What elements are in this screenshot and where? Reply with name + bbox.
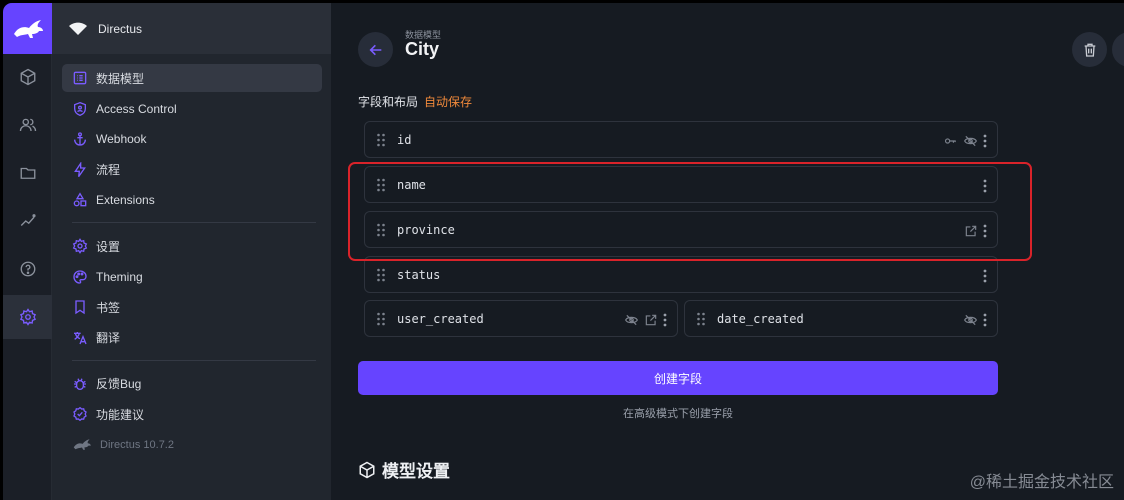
rabbit-logo-icon	[13, 19, 43, 38]
drag-handle-icon[interactable]	[696, 312, 706, 326]
field-name: id	[397, 132, 412, 147]
open-in-new-icon[interactable]	[644, 313, 658, 327]
sidebar-item-data-model[interactable]: 数据模型	[62, 64, 322, 92]
people-icon	[19, 118, 36, 132]
sidebar-item-label: 书签	[96, 300, 121, 315]
module-bar	[3, 3, 52, 500]
more-vertical-icon[interactable]	[663, 313, 667, 327]
field-name: date_created	[717, 311, 804, 326]
version-label: Directus 10.7.2	[100, 438, 174, 451]
drag-handle-icon[interactable]	[376, 312, 386, 326]
fields-section-header: 字段和布局 自动保存	[358, 93, 472, 110]
folder-icon	[20, 167, 35, 179]
insights-icon	[20, 214, 36, 226]
sidebar-item-report-bug[interactable]: 反馈Bug	[62, 370, 322, 398]
gear-icon	[72, 238, 88, 254]
bookmark-icon	[75, 300, 85, 315]
field-name: user_created	[397, 311, 484, 326]
field-row-date-created[interactable]: date_created	[684, 300, 998, 337]
autosave-label: 自动保存	[424, 95, 473, 109]
sidebar-item-label: 翻译	[96, 331, 121, 345]
module-settings[interactable]	[3, 295, 52, 339]
highlight-box	[348, 162, 1032, 261]
model-settings-header: 模型设置	[358, 457, 450, 482]
sidebar-item-webhook[interactable]: Webhook	[62, 125, 322, 153]
sidebar-divider	[72, 222, 316, 223]
version-info: Directus 10.7.2	[62, 431, 322, 459]
arrow-left-icon	[369, 44, 381, 55]
save-button[interactable]	[1112, 32, 1124, 67]
page-title: City	[405, 39, 440, 59]
bug-icon	[74, 377, 86, 390]
field-row-status[interactable]: status	[364, 256, 998, 293]
sidebar-item-feature-request[interactable]: 功能建议	[62, 400, 322, 428]
model-settings-title: 模型设置	[382, 462, 450, 481]
delete-button[interactable]	[1072, 32, 1107, 67]
bolt-icon	[74, 161, 86, 177]
sidebar-item-label: Theming	[96, 269, 143, 284]
shield-person-icon	[74, 101, 86, 116]
project-name: Directus	[98, 21, 143, 36]
key-icon	[944, 137, 956, 144]
anchor-icon	[74, 132, 86, 146]
sidebar-item-theming[interactable]: Theming	[62, 263, 322, 291]
module-help[interactable]	[3, 247, 52, 291]
sidebar-divider	[72, 359, 316, 361]
sidebar-item-label: Access Control	[96, 101, 177, 116]
sidebar-item-label: Webhook	[96, 132, 147, 146]
module-content[interactable]	[3, 55, 52, 99]
sidebar-item-label: 设置	[96, 239, 121, 254]
sidebar-item-flows[interactable]: 流程	[62, 156, 322, 184]
gear-icon	[19, 308, 36, 326]
more-vertical-icon[interactable]	[983, 134, 987, 148]
sidebar-item-label: 功能建议	[96, 407, 145, 422]
back-button[interactable]	[358, 32, 393, 67]
more-vertical-icon[interactable]	[983, 313, 987, 327]
shapes-icon	[73, 192, 87, 207]
sidebar-item-label: 数据模型	[96, 71, 145, 86]
module-users[interactable]	[3, 103, 52, 147]
module-insights[interactable]	[3, 199, 52, 243]
translate-icon	[74, 331, 87, 344]
wifi-icon	[69, 22, 87, 35]
sidebar-item-settings[interactable]: 设置	[62, 232, 322, 260]
drag-handle-icon[interactable]	[376, 133, 386, 147]
rabbit-logo-icon	[73, 439, 91, 450]
eye-off-icon	[625, 314, 638, 325]
create-in-advanced-mode-link[interactable]: 在高级模式下创建字段	[358, 405, 998, 421]
eye-off-icon	[964, 314, 977, 325]
project-header[interactable]: Directus	[52, 3, 331, 54]
drag-handle-icon[interactable]	[376, 268, 386, 282]
eye-off-icon	[964, 135, 977, 146]
settings-sidebar: Directus 数据模型 Access Control Webhook 流程 …	[52, 3, 331, 500]
module-files[interactable]	[3, 151, 52, 195]
sidebar-item-translations[interactable]: 翻译	[62, 324, 322, 352]
sidebar-item-bookmarks[interactable]: 书签	[62, 293, 322, 321]
cube-icon	[359, 461, 375, 478]
fields-section-title: 字段和布局	[358, 95, 419, 109]
list-box-icon	[73, 71, 87, 85]
main-content: 数据模型 City 字段和布局 自动保存 id name province st…	[331, 3, 1124, 500]
help-icon	[20, 261, 35, 277]
app-window: Directus 数据模型 Access Control Webhook 流程 …	[3, 3, 1124, 500]
cube-icon	[20, 68, 35, 86]
watermark: @稀土掘金技术社区	[969, 474, 1114, 491]
verified-icon	[73, 406, 87, 422]
sidebar-item-label: Extensions	[96, 193, 155, 207]
palette-icon	[73, 269, 87, 284]
field-row-user-created[interactable]: user_created	[364, 300, 678, 337]
sidebar-item-label: 流程	[96, 163, 121, 177]
field-name: status	[397, 267, 441, 282]
trash-icon	[1084, 43, 1095, 57]
create-field-button[interactable]: 创建字段	[358, 361, 998, 395]
directus-logo[interactable]	[3, 3, 52, 54]
field-row-id[interactable]: id	[364, 121, 998, 158]
more-vertical-icon[interactable]	[983, 269, 987, 283]
sidebar-item-label: 反馈Bug	[96, 377, 142, 391]
sidebar-item-extensions[interactable]: Extensions	[62, 186, 322, 214]
sidebar-item-access-control[interactable]: Access Control	[62, 95, 322, 123]
